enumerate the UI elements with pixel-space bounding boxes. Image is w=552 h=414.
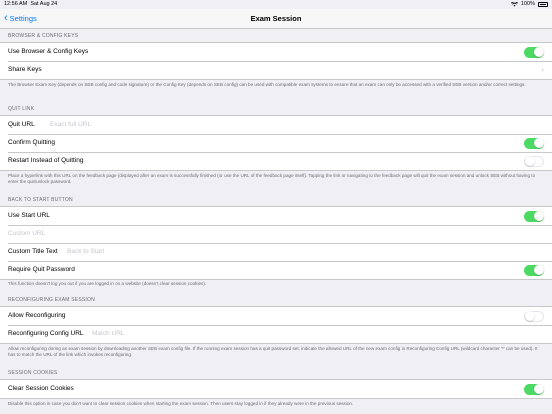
navigation-bar: ‹ Settings Exam Session [0, 9, 552, 29]
status-bar: 12:56 AM Sat Aug 24 100% [0, 0, 552, 9]
require-quit-password-label: Require Quit Password [8, 266, 75, 273]
quit-url-input[interactable]: Exact full URL [50, 116, 91, 134]
row-quit-url[interactable]: Quit URL Exact full URL [0, 116, 552, 134]
battery-percent: 100% [520, 1, 535, 7]
row-restart-instead[interactable]: Restart Instead of Quitting [0, 152, 552, 170]
row-confirm-quitting[interactable]: Confirm Quitting [0, 134, 552, 152]
footer-browser-keys: The Browser Exam Key (depends on SEB con… [8, 82, 526, 87]
battery-icon [538, 2, 548, 7]
row-use-start-url[interactable]: Use Start URL [0, 207, 552, 225]
reconfiguring-config-url-input[interactable]: Match URL [92, 325, 125, 343]
row-custom-url[interactable]: Custom URL [0, 225, 552, 243]
group-browser-keys: Use Browser & Config Keys Share Keys › [0, 42, 552, 80]
clear-session-cookies-label: Clear Session Cookies [8, 385, 74, 392]
footer-session-cookies: Disable this option in case you don't wa… [8, 401, 354, 406]
row-custom-title[interactable]: Custom Title Text Back to Start [0, 243, 552, 261]
restart-instead-toggle[interactable] [524, 155, 544, 167]
quit-url-label: Quit URL [8, 121, 35, 128]
row-share-keys[interactable]: Share Keys › [0, 61, 552, 79]
custom-title-input[interactable]: Back to Start [67, 243, 104, 261]
section-header-browser-keys: BROWSER & CONFIG KEYS [8, 33, 79, 39]
custom-url-input[interactable]: Custom URL [8, 225, 45, 243]
section-header-back-to-start: BACK TO START BUTTON [8, 197, 73, 203]
status-right: 100% [510, 0, 548, 9]
footer-back-to-start: This function doesn't log you out if you… [8, 281, 207, 286]
row-require-quit-password[interactable]: Require Quit Password [0, 261, 552, 279]
use-keys-toggle[interactable] [524, 46, 544, 58]
status-time-date: 12:56 AM Sat Aug 24 [4, 0, 57, 9]
footer-reconfiguring: Allow reconfiguring during an exam sessi… [8, 346, 538, 357]
restart-instead-label: Restart Instead of Quitting [8, 157, 84, 164]
allow-reconfiguring-toggle[interactable] [524, 310, 544, 322]
use-keys-label: Use Browser & Config Keys [8, 48, 89, 55]
row-reconfiguring-config-url[interactable]: Reconfiguring Config URL Match URL [0, 325, 552, 343]
confirm-quitting-toggle[interactable] [524, 137, 544, 149]
row-clear-session-cookies[interactable]: Clear Session Cookies [0, 380, 552, 398]
footer-quit-link: Place a hyperlink with this URL on the f… [8, 173, 536, 184]
share-keys-label: Share Keys [8, 66, 42, 73]
require-quit-password-toggle[interactable] [524, 264, 544, 276]
group-reconfiguring: Allow Reconfiguring Reconfiguring Config… [0, 306, 552, 344]
use-start-url-toggle[interactable] [524, 210, 544, 222]
confirm-quitting-label: Confirm Quitting [8, 139, 55, 146]
status-date: Sat Aug 24 [30, 1, 58, 7]
clear-session-cookies-toggle[interactable] [524, 383, 544, 395]
page-title: Exam Session [250, 14, 302, 23]
reconfiguring-config-url-label: Reconfiguring Config URL [8, 330, 84, 337]
status-time: 12:56 AM [4, 1, 28, 7]
allow-reconfiguring-label: Allow Reconfiguring [8, 312, 66, 319]
group-back-to-start: Use Start URL Custom URL Custom Title Te… [0, 206, 552, 280]
row-allow-reconfiguring[interactable]: Allow Reconfiguring [0, 307, 552, 325]
row-use-keys[interactable]: Use Browser & Config Keys [0, 43, 552, 61]
chevron-right-icon: › [541, 65, 544, 74]
wifi-icon [510, 2, 518, 7]
section-header-quit-link: QUIT LINK [8, 106, 35, 112]
group-session-cookies: Clear Session Cookies [0, 379, 552, 399]
group-quit-link: Quit URL Exact full URL Confirm Quitting… [0, 115, 552, 171]
custom-title-label: Custom Title Text [8, 248, 58, 255]
use-start-url-label: Use Start URL [8, 212, 50, 219]
section-header-session-cookies: SESSION COOKIES [8, 370, 58, 376]
section-header-reconfiguring: RECONFIGURING EXAM SESSION [8, 297, 95, 303]
